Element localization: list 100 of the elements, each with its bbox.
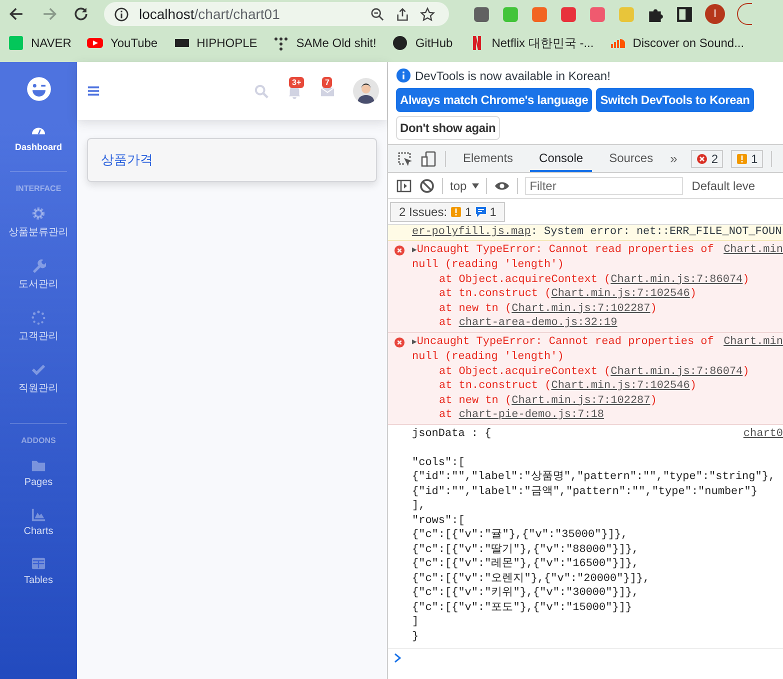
bookmark[interactable]: SAMe Old shit! <box>273 35 376 51</box>
star-icon[interactable] <box>420 6 435 22</box>
source-link[interactable]: Chart.min.js:7:102287 <box>512 394 650 406</box>
log-line: {"c":[{"v":"귤"},{"v":"35000"}]}, <box>412 528 629 542</box>
bookmark[interactable]: NAVER <box>8 35 72 51</box>
log-line: jsonData : { <box>412 426 492 441</box>
log-levels-dropdown[interactable]: Default leve <box>692 178 756 192</box>
chart-icon <box>30 507 46 522</box>
sidebar-heading: INTERFACE <box>16 184 62 193</box>
error-icon <box>394 244 405 256</box>
message-icon <box>474 206 487 218</box>
log-line: {"c":[{"v":"오렌지"},{"v":"20000"}]}, <box>412 572 651 586</box>
menu-icon[interactable] <box>87 85 100 97</box>
youtube-logo-icon <box>87 35 104 51</box>
bookmark[interactable]: HIPHOPLE <box>174 35 258 51</box>
issues-button[interactable]: 2 Issues: 1 1 <box>390 202 506 222</box>
bookmark[interactable]: Netflix 대한민국 -... <box>468 34 594 52</box>
zoom-out-icon[interactable] <box>370 6 385 22</box>
stack-frame: at new tn (Chart.min.js:7:102287) <box>412 394 783 408</box>
alerts-badge: 3+ <box>289 76 304 88</box>
info-icon <box>396 68 411 83</box>
sidebar-item[interactable]: 도서관리 <box>18 253 58 296</box>
stack-frame: at chart-pie-demo.js:7:18 <box>412 408 783 422</box>
infobar-button[interactable]: Don't show again <box>396 116 500 140</box>
source-link[interactable]: chart-area-demo.js:32:19 <box>458 317 618 329</box>
reload-icon[interactable] <box>72 5 90 23</box>
warning-icon <box>450 206 462 218</box>
log-line: } <box>412 630 420 644</box>
sidebar-item[interactable]: 상품분류관리 <box>8 201 68 244</box>
wrench-icon <box>31 258 46 273</box>
sidebar-item[interactable]: 직원관리 <box>18 357 58 400</box>
card-title: 상품가격 <box>101 151 153 169</box>
url-text: localhost/chart/chart01 <box>139 6 280 22</box>
source-link[interactable]: Chart.min.js:7:102546 <box>551 380 690 392</box>
warning-count-badge[interactable]: 1 <box>731 150 763 168</box>
more-tabs[interactable]: » <box>670 151 678 166</box>
smiley-logo-icon[interactable] <box>26 76 52 102</box>
log-line: {"c":[{"v":"키위"},{"v":"30000"}]}, <box>412 586 640 600</box>
clear-console-icon[interactable] <box>419 178 435 194</box>
profile-avatar[interactable]: I <box>705 4 725 24</box>
devtools-tab[interactable]: Sources <box>600 145 662 172</box>
source-link[interactable]: chart0 <box>743 426 783 441</box>
table-icon <box>31 556 46 571</box>
extension-icon[interactable] <box>589 6 606 22</box>
bookmark[interactable]: Discover on Sound... <box>610 35 744 51</box>
console-message: er-polyfill.js.map: System error: net::ERR_FILE_NOT_FOUN <box>412 225 782 240</box>
sidebar-toggle-icon[interactable] <box>396 178 412 194</box>
user-avatar[interactable] <box>353 78 379 104</box>
log-line: ] <box>412 615 420 630</box>
log-line: {"c":[{"v":"딸기"},{"v":"88000"}]}, <box>412 542 640 557</box>
caret-icon <box>472 182 479 188</box>
log-line: {"id":"","label":"금액","pattern":"","type":"number"} <box>412 484 758 499</box>
stack-frame: at tn.construct (Chart.min.js:7:102546) <box>412 287 783 302</box>
extension-icon[interactable] <box>473 6 490 22</box>
source-link[interactable]: Chart.min.js:7:86074 <box>610 274 743 286</box>
infobar-button[interactable]: Always match Chrome's language <box>396 88 592 112</box>
log-line: "rows":[ <box>412 514 466 528</box>
devtools-tab[interactable]: Console <box>530 145 592 172</box>
side-panel-icon[interactable] <box>676 6 693 22</box>
error-count-badge[interactable]: 2 <box>691 150 724 168</box>
log-line: {"c":[{"v":"포도"},{"v":"15000"}]} <box>412 600 634 615</box>
dots-logo-icon <box>273 35 290 51</box>
prompt-icon[interactable] <box>394 653 402 663</box>
source-link[interactable]: Chart.min.js:7:102546 <box>551 288 690 300</box>
log-line: {"id":"","label":"상품명","pattern":"","type":"string"}, <box>412 470 776 484</box>
source-link[interactable]: Chart.min <box>724 334 783 349</box>
stack-frame: at new tn (Chart.min.js:7:102287) <box>412 302 783 316</box>
stack-frame: at Object.acquireContext (Chart.min.js:7:86074) <box>412 364 783 379</box>
address-bar[interactable]: localhost/chart/chart01 <box>104 2 449 26</box>
messages-badge: 7 <box>322 76 332 88</box>
infobar-message: DevTools is now available in Korean! <box>415 68 610 82</box>
error-message: ▶Uncaught TypeError: Cannot read properties of null (reading 'length') <box>412 244 714 271</box>
device-icon[interactable] <box>421 150 437 166</box>
source-link[interactable]: Chart.min <box>724 242 783 257</box>
stack-frame: at chart-area-demo.js:32:19 <box>412 316 783 330</box>
filter-field[interactable]: Filter <box>524 176 683 194</box>
extension-icon[interactable] <box>560 6 577 22</box>
sidebar-item[interactable]: Dashboard <box>14 118 62 157</box>
devtools-tab[interactable]: Elements <box>454 145 522 172</box>
error-icon <box>394 336 405 348</box>
stack-frame: at Object.acquireContext (Chart.min.js:7:86074) <box>412 272 783 287</box>
bookmark[interactable]: YouTube <box>87 35 158 51</box>
info-icon[interactable] <box>114 6 129 22</box>
gear-icon <box>31 206 46 221</box>
sidebar-item[interactable]: Pages <box>24 453 53 493</box>
source-link[interactable]: Chart.min.js:7:102287 <box>512 302 650 314</box>
sidebar-item[interactable]: Charts <box>24 502 54 542</box>
inspect-icon[interactable] <box>397 150 413 166</box>
source-link[interactable]: chart-pie-demo.js:7:18 <box>458 409 604 421</box>
context-dropdown[interactable]: top <box>450 178 479 192</box>
folder-icon <box>30 458 46 473</box>
bookmark[interactable]: GitHub <box>392 35 453 51</box>
sidebar-heading: ADDONS <box>21 436 56 445</box>
source-link[interactable]: Chart.min.js:7:86074 <box>610 366 743 378</box>
share-icon[interactable] <box>395 6 410 22</box>
check-icon <box>31 362 46 377</box>
infobar-button[interactable]: Switch DevTools to Korean <box>596 88 754 112</box>
sidebar-item[interactable]: 고객관리 <box>18 305 58 348</box>
source-link[interactable]: er-polyfill.js.map <box>412 226 531 238</box>
sidebar-item[interactable]: Tables <box>24 551 53 591</box>
